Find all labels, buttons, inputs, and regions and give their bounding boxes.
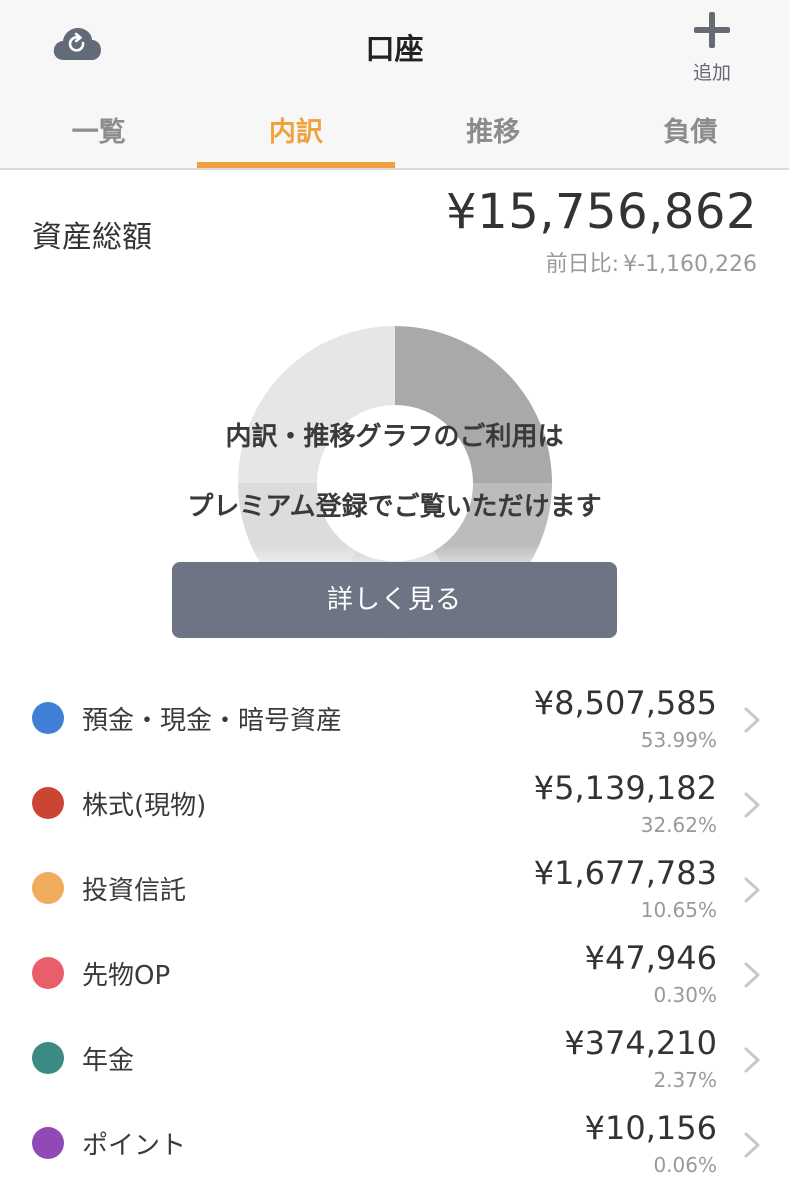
add-label: 追加 xyxy=(692,62,731,84)
category-percent: 32.62% xyxy=(640,813,717,837)
chevron-right-icon xyxy=(744,707,760,733)
category-amount: ¥10,156 xyxy=(584,1109,717,1147)
tab-list[interactable]: 一覧 xyxy=(0,100,197,168)
category-color-dot xyxy=(32,787,64,819)
asset-row-deposits[interactable]: 預金・現金・暗号資産 ¥8,507,585 53.99% xyxy=(0,676,789,761)
chevron-right-icon xyxy=(744,792,760,818)
asset-row-mutual-funds[interactable]: 投資信託 ¥1,677,783 10.65% xyxy=(0,846,789,931)
category-color-dot xyxy=(32,1042,64,1074)
category-color-dot xyxy=(32,702,64,734)
tab-liabilities[interactable]: 負債 xyxy=(592,100,789,168)
total-assets-label: 資産総額 xyxy=(32,220,152,255)
tab-breakdown[interactable]: 内訳 xyxy=(197,100,395,168)
category-amount: ¥1,677,783 xyxy=(533,854,717,892)
category-percent: 53.99% xyxy=(640,728,717,752)
day-change-value: ¥-1,160,226 xyxy=(623,252,757,277)
category-label: 株式(現物) xyxy=(82,791,207,821)
asset-row-futures-options[interactable]: 先物OP ¥47,946 0.30% xyxy=(0,931,789,1016)
category-color-dot xyxy=(32,957,64,989)
category-label: 年金 xyxy=(82,1046,135,1076)
category-percent: 2.37% xyxy=(653,1068,717,1092)
category-label: 先物OP xyxy=(82,961,171,991)
chevron-right-icon xyxy=(744,1132,760,1158)
category-percent: 10.65% xyxy=(640,898,717,922)
category-amount: ¥8,507,585 xyxy=(533,684,717,722)
category-color-dot xyxy=(32,872,64,904)
chevron-right-icon xyxy=(744,962,760,988)
category-label: 投資信託 xyxy=(82,876,187,906)
premium-message-line1: 内訳・推移グラフのご利用は xyxy=(225,422,564,452)
category-percent: 0.30% xyxy=(653,983,717,1007)
asset-row-points[interactable]: ポイント ¥10,156 0.06% xyxy=(0,1101,789,1186)
total-assets-value: ¥15,756,862 xyxy=(446,184,757,240)
add-account-button[interactable]: 追加 xyxy=(680,10,744,86)
day-change-label: 前日比: xyxy=(545,252,620,277)
day-change: 前日比: ¥-1,160,226 xyxy=(546,246,757,278)
breakdown-chart-area: 内訳・推移グラフのご利用は プレミアム登録でご覧いただけます 詳しく見る xyxy=(0,300,789,650)
app-header: 口座 追加 一覧 内訳 推移 負債 xyxy=(0,0,789,170)
chevron-right-icon xyxy=(744,877,760,903)
tab-trend[interactable]: 推移 xyxy=(395,100,592,168)
category-color-dot xyxy=(32,1127,64,1159)
asset-row-pension[interactable]: 年金 ¥374,210 2.37% xyxy=(0,1016,789,1101)
category-amount: ¥374,210 xyxy=(564,1024,717,1062)
category-label: 預金・現金・暗号資産 xyxy=(82,706,343,736)
page-title: 口座 xyxy=(365,32,424,66)
category-label: ポイント xyxy=(82,1131,187,1161)
asset-category-list: 預金・現金・暗号資産 ¥8,507,585 53.99% 株式(現物) ¥5,1… xyxy=(0,676,789,1186)
chevron-right-icon xyxy=(744,1047,760,1073)
category-amount: ¥47,946 xyxy=(584,939,717,977)
see-details-button[interactable]: 詳しく見る xyxy=(172,562,617,638)
asset-row-stocks[interactable]: 株式(現物) ¥5,139,182 32.62% xyxy=(0,761,789,846)
plus-icon xyxy=(694,12,730,48)
category-amount: ¥5,139,182 xyxy=(533,769,717,807)
category-percent: 0.06% xyxy=(653,1153,717,1177)
tab-bar: 一覧 内訳 推移 負債 xyxy=(0,100,789,168)
premium-message-line2: プレミアム登録でご覧いただけます xyxy=(187,492,602,522)
